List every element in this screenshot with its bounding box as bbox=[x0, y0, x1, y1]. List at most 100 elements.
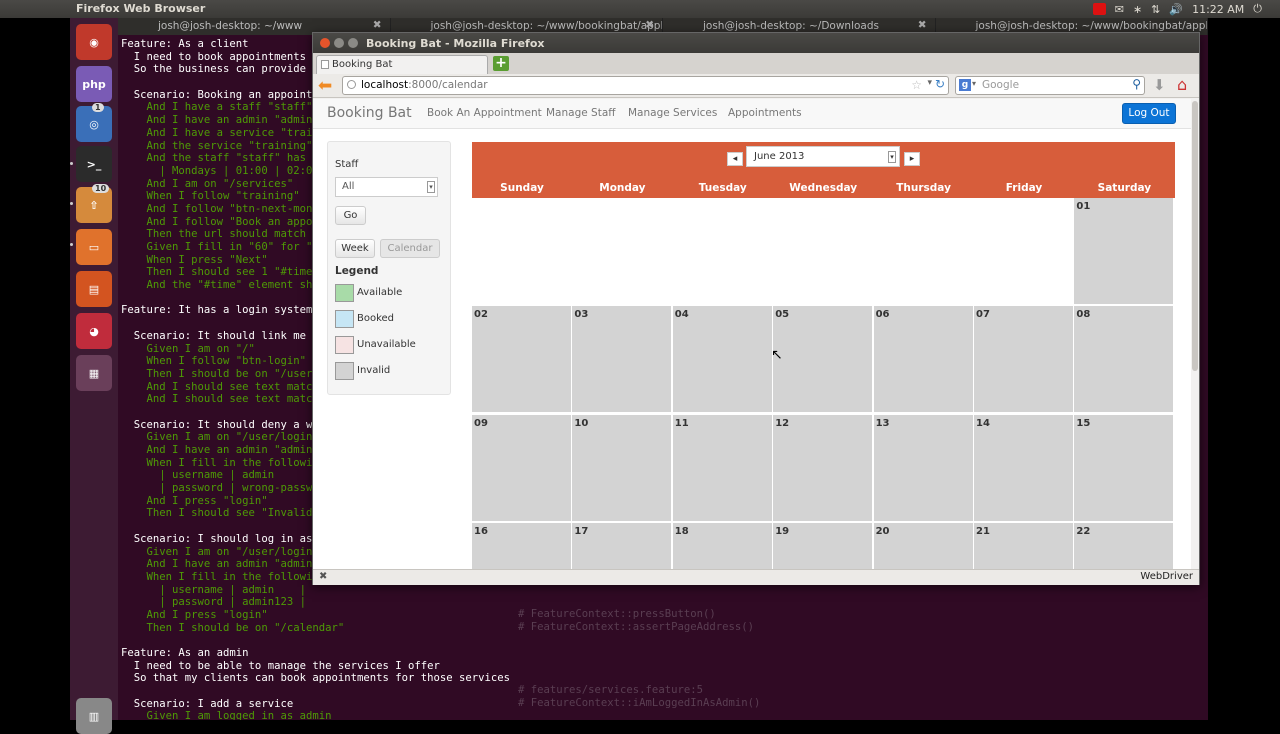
trash-icon[interactable]: ▥ bbox=[76, 698, 112, 734]
next-month-button[interactable]: ▸ bbox=[904, 152, 920, 166]
workspace-switcher-icon[interactable]: ▦ bbox=[76, 355, 112, 391]
nav-book-appointment[interactable]: Book An Appointment bbox=[427, 107, 542, 119]
calendar-day[interactable]: 21 bbox=[974, 522, 1074, 569]
nav-manage-staff[interactable]: Manage Staff bbox=[546, 107, 616, 119]
notification-icon[interactable] bbox=[1092, 3, 1106, 15]
calendar-empty-cell bbox=[572, 198, 673, 305]
logout-button[interactable]: Log Out bbox=[1122, 103, 1176, 124]
nav-manage-services[interactable]: Manage Services bbox=[628, 107, 717, 119]
top-panel: Firefox Web Browser ✉ ∗ ⇅ 🔊 11:22 AM ⏻ bbox=[0, 0, 1280, 18]
search-bar[interactable]: g ▾ Google ⚲ bbox=[955, 76, 1145, 95]
search-icon[interactable]: ⚲ bbox=[1132, 77, 1141, 91]
calendar-day[interactable]: 02 bbox=[472, 306, 572, 414]
calendar-empty-cell bbox=[974, 198, 1074, 305]
terminal-line: So that my clients can book appointments… bbox=[121, 672, 511, 685]
maximize-window-icon[interactable] bbox=[348, 38, 358, 48]
month-select[interactable]: June 2013 ▾ bbox=[746, 146, 900, 167]
update-manager-icon[interactable]: ⇧ 10 bbox=[76, 184, 112, 223]
back-arrow-icon[interactable]: ⬅ bbox=[318, 76, 332, 96]
terminal-line-comment: # FeatureContext::pressButton() bbox=[518, 608, 716, 620]
terminal-line-comment bbox=[518, 633, 760, 646]
weekday-header: Friday bbox=[1005, 182, 1043, 194]
calendar-empty-cell bbox=[773, 198, 874, 305]
go-button[interactable]: Go bbox=[335, 206, 366, 225]
app-icon[interactable]: ◕ bbox=[76, 313, 112, 349]
terminal-tab-label: josh@josh-desktop: ~/www bbox=[158, 20, 303, 32]
terminal-icon[interactable]: >_ bbox=[76, 146, 112, 182]
reload-icon[interactable]: ↻ bbox=[935, 77, 945, 91]
software-center-icon[interactable]: ▤ bbox=[76, 271, 112, 307]
chromium-icon[interactable]: ◎ 1 bbox=[76, 103, 112, 142]
close-tab-icon[interactable]: ✖ bbox=[373, 19, 382, 32]
legend-swatch bbox=[335, 284, 354, 302]
scrollbar-thumb[interactable] bbox=[1192, 101, 1198, 371]
calendar-day[interactable]: 08 bbox=[1074, 306, 1175, 414]
prev-month-button[interactable]: ◂ bbox=[727, 152, 743, 166]
launcher-badge: 10 bbox=[92, 184, 110, 193]
week-view-button[interactable]: Week bbox=[335, 239, 375, 258]
calendar-day[interactable]: 15 bbox=[1074, 414, 1175, 522]
files-icon[interactable]: ▭ bbox=[76, 229, 112, 265]
brand-link[interactable]: Booking Bat bbox=[327, 105, 412, 121]
weekday-header: Monday bbox=[599, 182, 646, 194]
nav-appointments[interactable]: Appointments bbox=[728, 107, 802, 119]
calendar-day[interactable]: 16 bbox=[472, 522, 572, 569]
google-engine-icon[interactable]: g bbox=[959, 79, 971, 91]
site-identity-icon[interactable] bbox=[347, 80, 356, 89]
calendar-day[interactable]: 17 bbox=[572, 522, 673, 569]
calendar-day[interactable]: 06 bbox=[873, 306, 974, 414]
calendar-day[interactable]: 09 bbox=[472, 414, 572, 522]
calendar-day[interactable]: 22 bbox=[1074, 522, 1175, 569]
calendar-day[interactable]: 07 bbox=[974, 306, 1074, 414]
power-icon[interactable]: ⏻ bbox=[1253, 2, 1262, 16]
ubuntu-icon[interactable]: ◉ bbox=[76, 24, 112, 60]
terminal-line-comment: # FeatureContext::assertPageAddress() bbox=[518, 620, 754, 633]
engine-dropdown-icon[interactable]: ▾ bbox=[972, 79, 976, 88]
terminal-line-comment bbox=[518, 646, 760, 659]
calendar-day[interactable]: 12 bbox=[773, 414, 874, 522]
calendar-day[interactable]: 20 bbox=[873, 522, 974, 569]
weekday-header: Tuesday bbox=[698, 182, 747, 194]
minimize-window-icon[interactable] bbox=[334, 38, 344, 48]
vertical-scrollbar[interactable] bbox=[1191, 99, 1199, 569]
new-tab-button[interactable]: + bbox=[493, 56, 509, 71]
legend-title: Legend bbox=[335, 265, 379, 277]
active-app-title: Firefox Web Browser bbox=[76, 2, 206, 15]
calendar-day[interactable]: 11 bbox=[672, 414, 773, 522]
mail-icon[interactable]: ✉ bbox=[1115, 3, 1124, 16]
volume-icon[interactable]: 🔊 bbox=[1169, 3, 1183, 16]
close-tab-icon[interactable]: ✖ bbox=[918, 19, 927, 32]
webdriver-label: WebDriver bbox=[1140, 571, 1193, 582]
network-icon[interactable]: ⇅ bbox=[1151, 3, 1160, 16]
running-indicator bbox=[70, 243, 73, 246]
phpstorm-icon[interactable]: php bbox=[76, 66, 112, 102]
calendar-day[interactable]: 05 bbox=[773, 306, 874, 414]
bookmark-star-icon[interactable]: ☆ bbox=[911, 78, 922, 92]
home-icon[interactable]: ⌂ bbox=[1177, 75, 1187, 94]
calendar-day[interactable]: 01 bbox=[1074, 198, 1175, 305]
tab-booking-bat[interactable]: Booking Bat bbox=[316, 55, 488, 74]
mouse-cursor-icon: ↖ bbox=[771, 347, 783, 363]
close-addon-bar-icon[interactable]: ✖ bbox=[319, 571, 327, 582]
calendar-day[interactable]: 10 bbox=[572, 414, 673, 522]
clock[interactable]: 11:22 AM bbox=[1192, 3, 1244, 16]
close-tab-icon[interactable]: ✖ bbox=[645, 19, 654, 32]
url-bar[interactable]: localhost:8000/calendar ☆ ▾ ↻ bbox=[342, 76, 949, 95]
url-history-dropdown-icon[interactable]: ▾ bbox=[927, 78, 932, 88]
calendar-day[interactable]: 03 bbox=[572, 306, 673, 414]
downloads-icon[interactable]: ⬇ bbox=[1153, 76, 1166, 94]
calendar-day[interactable]: 14 bbox=[974, 414, 1074, 522]
calendar-day[interactable]: 13 bbox=[873, 414, 974, 522]
terminal-line: Given I am logged in as admin bbox=[121, 710, 332, 720]
bluetooth-icon[interactable]: ∗ bbox=[1133, 3, 1142, 16]
legend-item: Unavailable bbox=[335, 336, 445, 356]
calendar-day[interactable]: 18 bbox=[672, 522, 773, 569]
staff-select[interactable]: All ▾ bbox=[335, 177, 438, 197]
calendar-day[interactable]: 19 bbox=[773, 522, 874, 569]
calendar-day[interactable]: 04 bbox=[672, 306, 773, 414]
system-tray: ✉ ∗ ⇅ 🔊 11:22 AM ⏻ bbox=[1092, 0, 1280, 18]
close-window-icon[interactable] bbox=[320, 38, 330, 48]
calendar-view-button[interactable]: Calendar bbox=[380, 239, 440, 258]
terminal-line-comment: # features/services.feature:5 bbox=[518, 684, 703, 697]
